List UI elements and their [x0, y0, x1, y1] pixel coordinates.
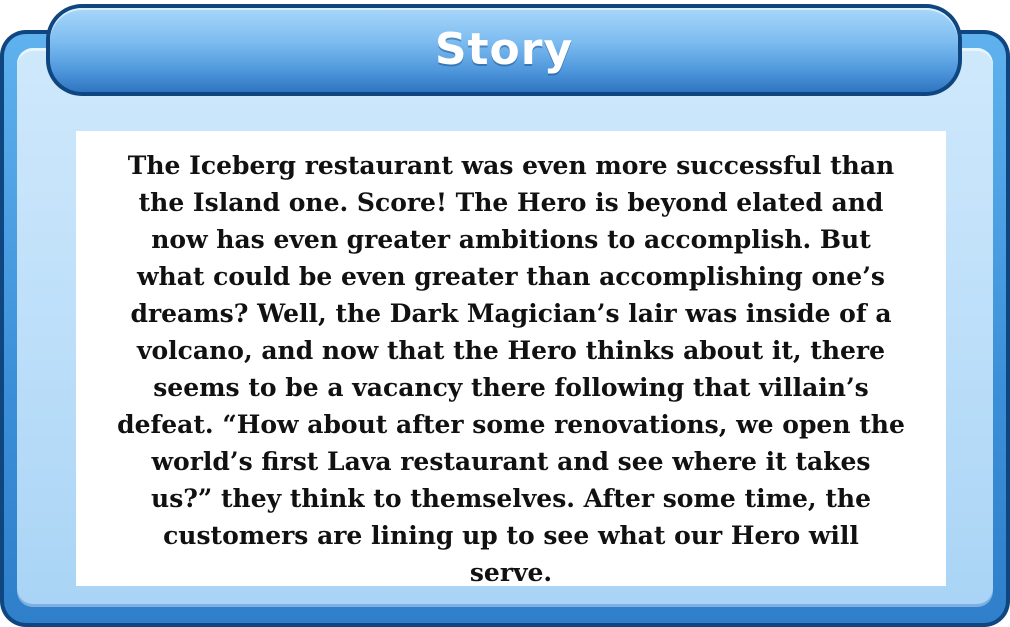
story-dialog: The Iceberg restaurant was even more suc…	[0, 0, 1010, 627]
title-banner: Story	[46, 4, 962, 96]
dialog-title: Story	[434, 24, 574, 75]
title-banner-face: Story	[50, 8, 958, 92]
story-text-box: The Iceberg restaurant was even more suc…	[76, 131, 946, 587]
story-body-text: The Iceberg restaurant was even more suc…	[117, 151, 905, 587]
